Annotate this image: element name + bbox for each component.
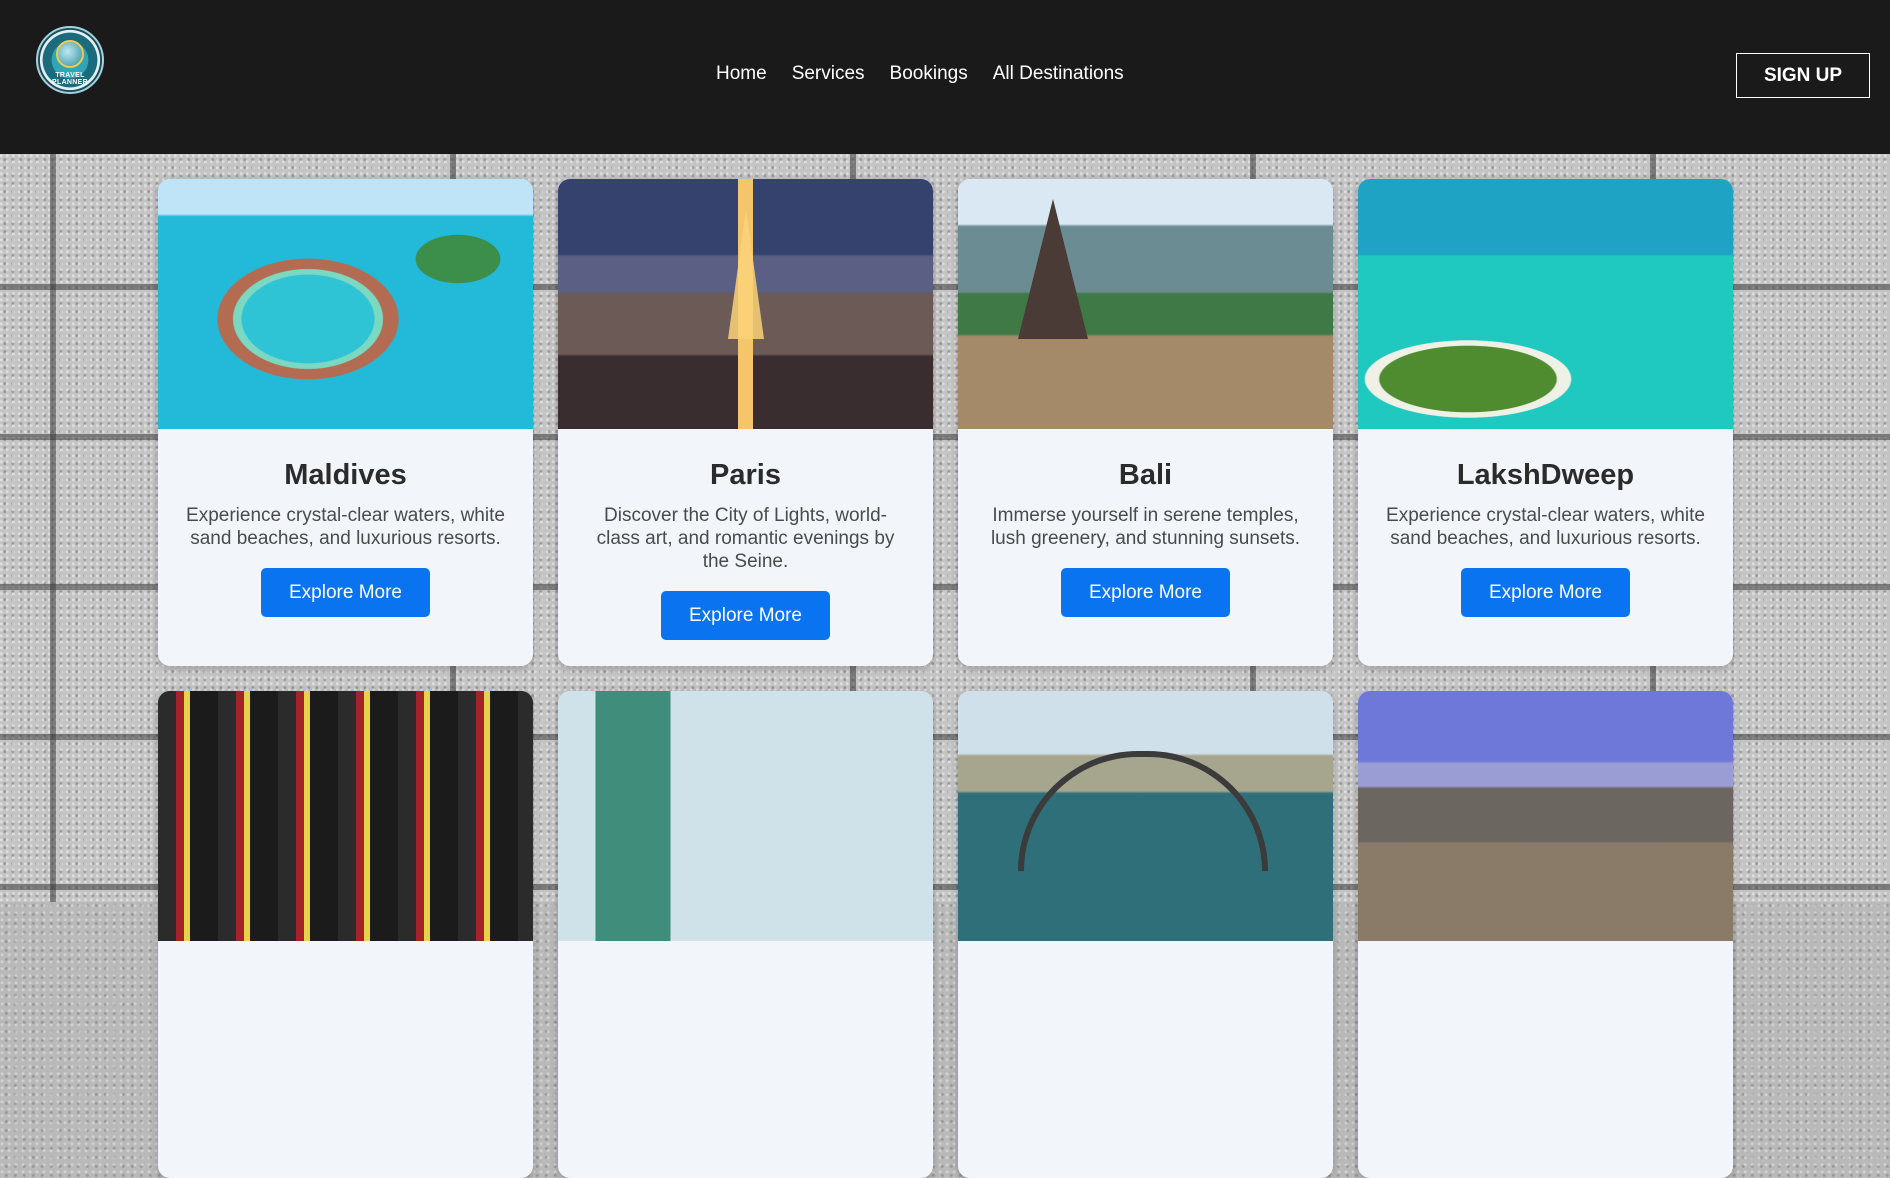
nav-services[interactable]: Services [792,63,865,85]
new-york-photo [558,691,933,941]
nav-bookings[interactable]: Bookings [890,63,968,85]
explore-more-button[interactable]: Explore More [1461,568,1630,617]
explore-more-button[interactable]: Explore More [261,568,430,617]
maldives-photo [158,179,533,429]
destination-card-lakshdweep: LakshDweep Experience crystal-clear wate… [1358,179,1733,666]
travel-planner-logo[interactable]: TRAVEL PLANNER [36,26,104,94]
card-description: Discover the City of Lights, world-class… [596,505,895,572]
sydney-photo [958,691,1333,941]
card-title: Paris [710,459,781,491]
card-description: Immerse yourself in serene temples, lush… [990,505,1301,549]
destinations-grid: Maldives Experience crystal-clear waters… [158,179,1733,1178]
card-description: Experience crystal-clear waters, white s… [186,505,505,549]
card-title: Maldives [284,459,407,491]
destination-card-new-york [558,691,933,1178]
explore-more-button[interactable]: Explore More [661,591,830,640]
destination-card-bali: Bali Immerse yourself in serene temples,… [958,179,1333,666]
destination-card-sydney [958,691,1333,1178]
card-description: Experience crystal-clear waters, white s… [1386,505,1705,549]
lakshdweep-photo [1358,179,1733,429]
paris-photo [558,179,933,429]
destination-card-tokyo [158,691,533,1178]
top-navbar: TRAVEL PLANNER Home Services Bookings Al… [0,0,1890,154]
sign-up-button[interactable]: SIGN UP [1736,53,1870,98]
destination-card-maldives: Maldives Experience crystal-clear waters… [158,179,533,666]
card-title: LakshDweep [1456,459,1635,491]
globe-icon [56,40,84,68]
logo-text: TRAVEL PLANNER [52,72,88,86]
main-nav: Home Services Bookings All Destinations [716,63,1149,85]
explore-more-button[interactable]: Explore More [1061,568,1230,617]
cape-town-photo [1358,691,1733,941]
nav-home[interactable]: Home [716,63,767,85]
destination-card-cape-town [1358,691,1733,1178]
bali-photo [958,179,1333,429]
card-title: Bali [1118,459,1173,491]
tokyo-photo [158,691,533,941]
nav-all-destinations[interactable]: All Destinations [993,63,1124,85]
destination-card-paris: Paris Discover the City of Lights, world… [558,179,933,666]
